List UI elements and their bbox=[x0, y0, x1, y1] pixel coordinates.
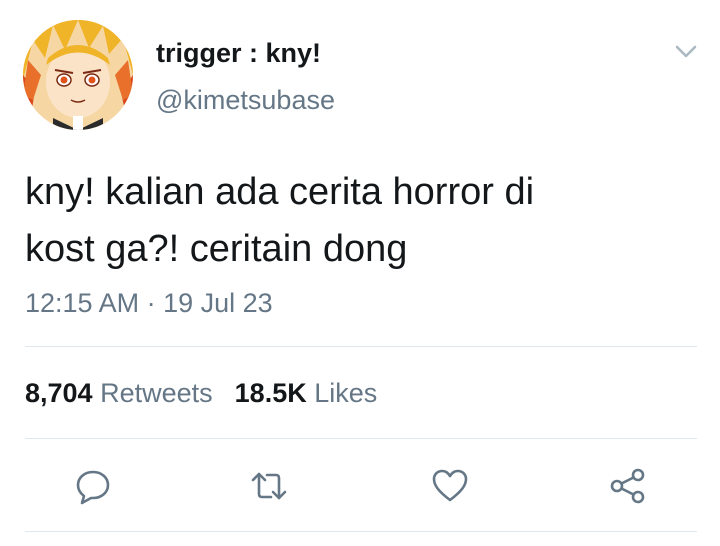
avatar-image bbox=[23, 20, 133, 130]
divider bbox=[25, 346, 697, 347]
divider bbox=[25, 531, 697, 532]
retweets-label: Retweets bbox=[100, 378, 213, 408]
display-name[interactable]: trigger : kny! bbox=[156, 38, 321, 69]
share-icon bbox=[610, 468, 645, 504]
reply-button[interactable] bbox=[73, 466, 113, 506]
retweet-button[interactable] bbox=[249, 466, 289, 506]
retweet-icon bbox=[251, 472, 287, 500]
timestamp[interactable]: 12:15 AM · 19 Jul 23 bbox=[25, 288, 273, 319]
user-handle[interactable]: @kimetsubase bbox=[156, 85, 335, 116]
tweet-text-line: kny! kalian ada cerita horror di bbox=[25, 171, 535, 213]
engagement-stats: 8,704 Retweets 18.5K Likes bbox=[25, 378, 377, 409]
chevron-down-icon[interactable] bbox=[673, 40, 699, 62]
tweet-text: kny! kalian ada cerita horror di kost ga… bbox=[25, 164, 695, 278]
avatar[interactable] bbox=[23, 20, 133, 130]
likes-label: Likes bbox=[314, 378, 378, 408]
likes-count: 18.5K bbox=[234, 378, 307, 408]
heart-icon bbox=[432, 469, 468, 502]
reply-icon bbox=[76, 470, 110, 505]
retweets-count: 8,704 bbox=[25, 378, 93, 408]
like-button[interactable] bbox=[430, 466, 470, 506]
share-button[interactable] bbox=[608, 466, 648, 506]
tweet-text-line: kost ga?! ceritain dong bbox=[25, 228, 408, 270]
retweets-stat[interactable]: 8,704 Retweets bbox=[25, 378, 213, 408]
likes-stat[interactable]: 18.5K Likes bbox=[235, 378, 378, 408]
divider bbox=[25, 438, 697, 439]
tweet-card: trigger : kny! @kimetsubase kny! kalian … bbox=[0, 0, 720, 546]
